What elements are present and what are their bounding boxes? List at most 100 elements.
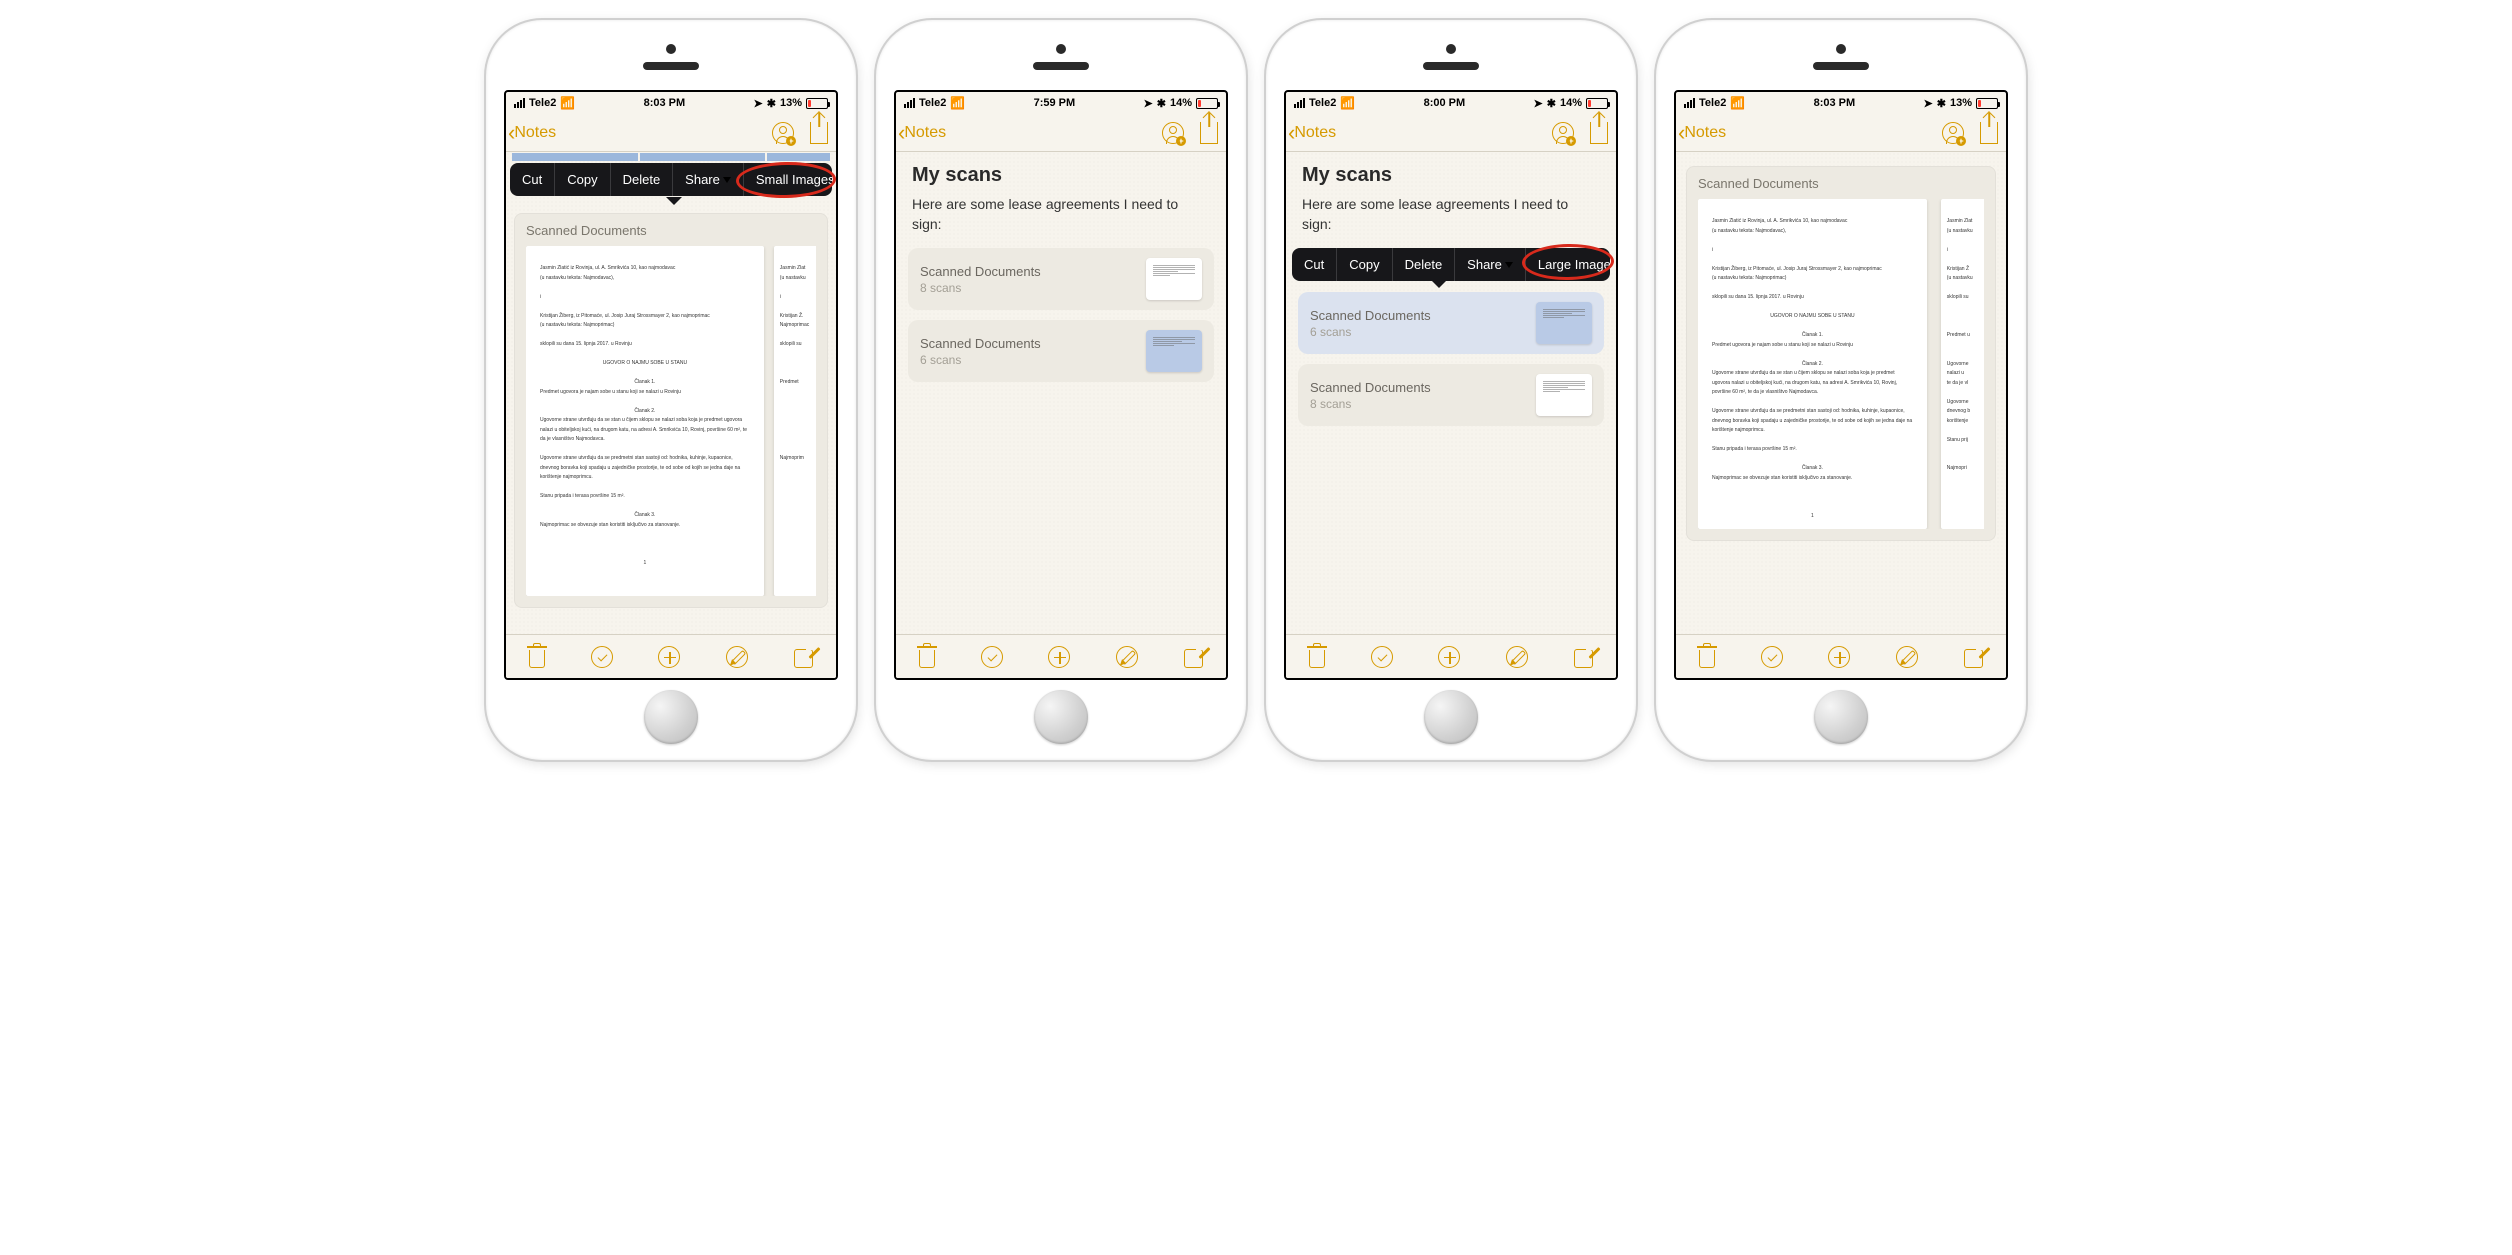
- document-page-2[interactable]: Jasmin Zlat(u nastavkuiKristijan Ž.Najmo…: [774, 246, 816, 596]
- checklist-button[interactable]: [1371, 646, 1393, 668]
- battery-icon: [806, 98, 828, 109]
- add-button[interactable]: [1828, 646, 1850, 668]
- back-button[interactable]: ‹ Notes: [898, 120, 946, 146]
- attachment-card[interactable]: Scanned Documents 6 scans: [908, 320, 1214, 382]
- checklist-button[interactable]: [981, 646, 1003, 668]
- phone-frame: Tele2 📶 7:59 PM ➤ ✱ 14% ‹ Notes + My sca…: [876, 20, 1246, 760]
- document-page-1[interactable]: Jasmin Zlatić iz Rovinja, ul. A. Smrikvi…: [1698, 199, 1927, 529]
- phone-2: Tele2 📶 7:59 PM ➤ ✱ 14% ‹ Notes + My sca…: [876, 20, 1246, 760]
- document-page-1[interactable]: Jasmin Zlatić iz Rovinja, ul. A. Smrikvi…: [526, 246, 764, 596]
- collaborate-button[interactable]: +: [1162, 122, 1184, 144]
- home-button[interactable]: [644, 690, 698, 744]
- collaborate-button[interactable]: +: [772, 122, 794, 144]
- note-content[interactable]: My scans Here are some lease agreements …: [1286, 152, 1616, 634]
- back-label: Notes: [1684, 124, 1726, 142]
- card-title: Scanned Documents: [1310, 308, 1526, 323]
- status-bar: Tele2 📶 8:00 PM ➤ ✱ 14%: [1286, 92, 1616, 114]
- carrier-label: Tele2: [919, 97, 946, 109]
- compose-button[interactable]: [794, 649, 813, 668]
- phone-screen: Tele2 📶 7:59 PM ➤ ✱ 14% ‹ Notes + My sca…: [894, 90, 1228, 680]
- checklist-button[interactable]: [1761, 646, 1783, 668]
- document-thumbnails[interactable]: Jasmin Zlatić iz Rovinja, ul. A. Smrikvi…: [526, 246, 816, 596]
- add-button[interactable]: [658, 646, 680, 668]
- menu-cut[interactable]: Cut: [1292, 248, 1337, 281]
- status-bar: Tele2 📶 8:03 PM ➤ ✱ 13%: [506, 92, 836, 114]
- phone-4: Tele2 📶 8:03 PM ➤ ✱ 13% ‹ Notes +: [1656, 20, 2026, 760]
- bluetooth-icon: ✱: [1547, 97, 1556, 110]
- markup-button[interactable]: [1502, 641, 1533, 672]
- compose-button[interactable]: [1574, 649, 1593, 668]
- add-button[interactable]: [1438, 646, 1460, 668]
- bottom-toolbar: [1286, 634, 1616, 678]
- attachment-card[interactable]: Scanned Documents 8 scans: [908, 248, 1214, 310]
- carrier-label: Tele2: [1699, 97, 1726, 109]
- bluetooth-icon: ✱: [1157, 97, 1166, 110]
- phone-frame: Tele2 📶 8:00 PM ➤ ✱ 14% ‹ Notes + My sca…: [1266, 20, 1636, 760]
- menu-large-images[interactable]: Large Images: [1526, 248, 1610, 281]
- trash-button[interactable]: [1699, 650, 1715, 668]
- battery-icon: [1196, 98, 1218, 109]
- note-content: Scanned Documents Jasmin Zlatić iz Rovin…: [1676, 152, 2006, 634]
- back-button[interactable]: ‹ Notes: [1288, 120, 1336, 146]
- home-button[interactable]: [1814, 690, 1868, 744]
- markup-button[interactable]: [1112, 641, 1143, 672]
- document-page-2[interactable]: Jasmin Zlat(u nastavkuiKristijan Ž(u nas…: [1941, 199, 1984, 529]
- time-label: 8:03 PM: [644, 97, 686, 109]
- note-content[interactable]: My scans Here are some lease agreements …: [896, 152, 1226, 634]
- back-button[interactable]: ‹ Notes: [508, 120, 556, 146]
- trash-button[interactable]: [1309, 650, 1325, 668]
- checklist-button[interactable]: [591, 646, 613, 668]
- back-label: Notes: [1294, 124, 1336, 142]
- trash-button[interactable]: [919, 650, 935, 668]
- bottom-toolbar: [506, 634, 836, 678]
- menu-share[interactable]: Share: [673, 163, 744, 196]
- phone-3: Tele2 📶 8:00 PM ➤ ✱ 14% ‹ Notes + My sca…: [1266, 20, 1636, 760]
- battery-icon: [1586, 98, 1608, 109]
- home-button[interactable]: [1424, 690, 1478, 744]
- time-label: 8:03 PM: [1814, 97, 1856, 109]
- attachment-container[interactable]: Scanned Documents Jasmin Zlatić iz Rovin…: [514, 213, 828, 608]
- attachment-container[interactable]: Scanned Documents Jasmin Zlatić iz Rovin…: [1686, 166, 1996, 541]
- add-button[interactable]: [1048, 646, 1070, 668]
- menu-cut[interactable]: Cut: [510, 163, 555, 196]
- menu-share[interactable]: Share: [1455, 248, 1526, 281]
- markup-button[interactable]: [722, 641, 753, 672]
- share-button[interactable]: [1200, 122, 1218, 144]
- menu-delete[interactable]: Delete: [611, 163, 674, 196]
- menu-pointer-icon: [666, 197, 682, 205]
- menu-small-images[interactable]: Small Images: [744, 163, 832, 196]
- card-subtitle: 6 scans: [1310, 325, 1526, 339]
- status-bar: Tele2 📶 7:59 PM ➤ ✱ 14%: [896, 92, 1226, 114]
- plus-badge-icon: +: [1956, 136, 1966, 146]
- wifi-icon: 📶: [1730, 96, 1745, 110]
- card-title: Scanned Documents: [920, 336, 1136, 351]
- markup-button[interactable]: [1892, 641, 1923, 672]
- back-button[interactable]: ‹ Notes: [1678, 120, 1726, 146]
- menu-copy[interactable]: Copy: [555, 163, 610, 196]
- compose-button[interactable]: [1184, 649, 1203, 668]
- selection-strip: [512, 153, 830, 161]
- share-button[interactable]: [1980, 122, 1998, 144]
- share-button[interactable]: [810, 122, 828, 144]
- collaborate-button[interactable]: +: [1552, 122, 1574, 144]
- home-button[interactable]: [1034, 690, 1088, 744]
- back-label: Notes: [514, 124, 556, 142]
- share-button[interactable]: [1590, 122, 1608, 144]
- signal-bars-icon: [904, 98, 915, 108]
- attachment-title: Scanned Documents: [1698, 176, 1984, 191]
- attachment-card[interactable]: Scanned Documents 8 scans: [1298, 364, 1604, 426]
- trash-button[interactable]: [529, 650, 545, 668]
- attachment-card-selected[interactable]: Scanned Documents 6 scans: [1298, 292, 1604, 354]
- document-thumbnails[interactable]: Jasmin Zlatić iz Rovinja, ul. A. Smrikvi…: [1698, 199, 1984, 529]
- bluetooth-icon: ✱: [767, 97, 776, 110]
- phone-1: Tele2 📶 8:03 PM ➤ ✱ 13% ‹ Notes +: [486, 20, 856, 760]
- signal-bars-icon: [1684, 98, 1695, 108]
- card-subtitle: 6 scans: [920, 353, 1136, 367]
- plus-badge-icon: +: [1566, 136, 1576, 146]
- menu-copy[interactable]: Copy: [1337, 248, 1392, 281]
- collaborate-button[interactable]: +: [1942, 122, 1964, 144]
- phone-screen: Tele2 📶 8:03 PM ➤ ✱ 13% ‹ Notes +: [504, 90, 838, 680]
- note-title: My scans: [896, 152, 1226, 195]
- compose-button[interactable]: [1964, 649, 1983, 668]
- menu-delete[interactable]: Delete: [1393, 248, 1456, 281]
